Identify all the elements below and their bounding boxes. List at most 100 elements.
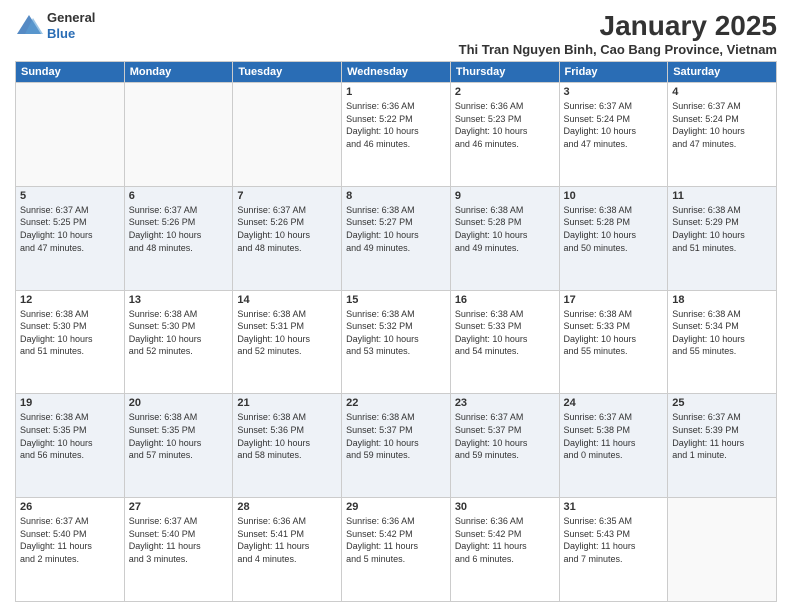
calendar-cell: 7Sunrise: 6:37 AM Sunset: 5:26 PM Daylig…	[233, 186, 342, 290]
day-info: Sunrise: 6:38 AM Sunset: 5:35 PM Dayligh…	[20, 411, 120, 461]
day-info: Sunrise: 6:38 AM Sunset: 5:34 PM Dayligh…	[672, 308, 772, 358]
day-info: Sunrise: 6:36 AM Sunset: 5:41 PM Dayligh…	[237, 515, 337, 565]
day-number: 22	[346, 397, 446, 409]
day-number: 12	[20, 294, 120, 306]
month-title: January 2025	[459, 10, 777, 42]
calendar-cell: 27 Sunrise: 6:37 AM Sunset: 5:40 PM Dayli…	[124, 498, 233, 602]
day-number: 19	[20, 397, 120, 409]
calendar-cell: 24 Sunrise: 6:37 AM Sunset: 5:38 PM Dayli…	[559, 394, 668, 498]
calendar-cell: 13 Sunrise: 6:38 AM Sunset: 5:30 PM Dayli…	[124, 290, 233, 394]
calendar-cell: 14 Sunrise: 6:38 AM Sunset: 5:31 PM Dayli…	[233, 290, 342, 394]
day-number: 16	[455, 294, 555, 306]
day-number: 13	[129, 294, 229, 306]
calendar-cell: 19 Sunrise: 6:38 AM Sunset: 5:35 PM Dayli…	[16, 394, 125, 498]
day-info: Sunrise: 6:38 AM Sunset: 5:30 PM Dayligh…	[129, 308, 229, 358]
day-info: Sunrise: 6:36 AM Sunset: 5:42 PM Dayligh…	[346, 515, 446, 565]
day-number: 3	[564, 86, 664, 98]
day-number: 31	[564, 501, 664, 513]
day-info: Sunrise: 6:36 AM Sunset: 5:23 PM Dayligh…	[455, 100, 555, 150]
day-info: Sunrise: 6:37 AM Sunset: 5:38 PM Dayligh…	[564, 411, 664, 461]
calendar-cell: 8Sunrise: 6:38 AM Sunset: 5:27 PM Daylig…	[342, 186, 451, 290]
logo-text: General Blue	[47, 10, 95, 41]
day-info: Sunrise: 6:37 AM Sunset: 5:26 PM Dayligh…	[129, 204, 229, 254]
day-info: Sunrise: 6:38 AM Sunset: 5:27 PM Dayligh…	[346, 204, 446, 254]
day-number: 9	[455, 190, 555, 202]
day-number: 23	[455, 397, 555, 409]
calendar-cell: 30Sunrise: 6:36 AM Sunset: 5:42 PM Dayli…	[450, 498, 559, 602]
calendar-cell: 3 Sunrise: 6:37 AM Sunset: 5:24 PM Daylig…	[559, 83, 668, 187]
day-info: Sunrise: 6:38 AM Sunset: 5:32 PM Dayligh…	[346, 308, 446, 358]
calendar-cell	[233, 83, 342, 187]
day-info: Sunrise: 6:38 AM Sunset: 5:28 PM Dayligh…	[564, 204, 664, 254]
calendar-cell: 18 Sunrise: 6:38 AM Sunset: 5:34 PM Dayli…	[668, 290, 777, 394]
calendar-cell: 12 Sunrise: 6:38 AM Sunset: 5:30 PM Dayli…	[16, 290, 125, 394]
calendar-cell	[16, 83, 125, 187]
day-header-wednesday: Wednesday	[342, 62, 451, 83]
day-info: Sunrise: 6:38 AM Sunset: 5:29 PM Dayligh…	[672, 204, 772, 254]
calendar-page: General Blue January 2025 Thi Tran Nguye…	[0, 0, 792, 612]
day-info: Sunrise: 6:37 AM Sunset: 5:25 PM Dayligh…	[20, 204, 120, 254]
day-info: Sunrise: 6:38 AM Sunset: 5:30 PM Dayligh…	[20, 308, 120, 358]
day-info: Sunrise: 6:38 AM Sunset: 5:36 PM Dayligh…	[237, 411, 337, 461]
day-number: 4	[672, 86, 772, 98]
day-number: 18	[672, 294, 772, 306]
calendar-cell: 28 Sunrise: 6:36 AM Sunset: 5:41 PM Dayli…	[233, 498, 342, 602]
day-info: Sunrise: 6:38 AM Sunset: 5:28 PM Dayligh…	[455, 204, 555, 254]
day-number: 14	[237, 294, 337, 306]
day-info: Sunrise: 6:37 AM Sunset: 5:24 PM Dayligh…	[564, 100, 664, 150]
day-header-monday: Monday	[124, 62, 233, 83]
day-number: 20	[129, 397, 229, 409]
calendar-cell: 22Sunrise: 6:38 AM Sunset: 5:37 PM Dayli…	[342, 394, 451, 498]
day-info: Sunrise: 6:37 AM Sunset: 5:40 PM Dayligh…	[20, 515, 120, 565]
day-info: Sunrise: 6:38 AM Sunset: 5:31 PM Dayligh…	[237, 308, 337, 358]
calendar-table: SundayMondayTuesdayWednesdayThursdayFrid…	[15, 61, 777, 602]
week-row-2: 5 Sunrise: 6:37 AM Sunset: 5:25 PM Daylig…	[16, 186, 777, 290]
day-info: Sunrise: 6:38 AM Sunset: 5:33 PM Dayligh…	[455, 308, 555, 358]
day-number: 26	[20, 501, 120, 513]
header-row: SundayMondayTuesdayWednesdayThursdayFrid…	[16, 62, 777, 83]
calendar-cell: 25 Sunrise: 6:37 AM Sunset: 5:39 PM Dayli…	[668, 394, 777, 498]
calendar-cell: 5 Sunrise: 6:37 AM Sunset: 5:25 PM Daylig…	[16, 186, 125, 290]
day-number: 6	[129, 190, 229, 202]
day-number: 24	[564, 397, 664, 409]
day-info: Sunrise: 6:36 AM Sunset: 5:22 PM Dayligh…	[346, 100, 446, 150]
day-number: 21	[237, 397, 337, 409]
calendar-cell: 15 Sunrise: 6:38 AM Sunset: 5:32 PM Dayli…	[342, 290, 451, 394]
day-info: Sunrise: 6:37 AM Sunset: 5:24 PM Dayligh…	[672, 100, 772, 150]
logo: General Blue	[15, 10, 95, 41]
day-info: Sunrise: 6:37 AM Sunset: 5:26 PM Dayligh…	[237, 204, 337, 254]
calendar-cell	[124, 83, 233, 187]
day-info: Sunrise: 6:38 AM Sunset: 5:33 PM Dayligh…	[564, 308, 664, 358]
calendar-cell: 16 Sunrise: 6:38 AM Sunset: 5:33 PM Dayli…	[450, 290, 559, 394]
day-header-tuesday: Tuesday	[233, 62, 342, 83]
day-number: 28	[237, 501, 337, 513]
day-info: Sunrise: 6:37 AM Sunset: 5:39 PM Dayligh…	[672, 411, 772, 461]
calendar-cell: 11 Sunrise: 6:38 AM Sunset: 5:29 PM Dayli…	[668, 186, 777, 290]
calendar-cell: 4 Sunrise: 6:37 AM Sunset: 5:24 PM Daylig…	[668, 83, 777, 187]
logo-general-text: General	[47, 10, 95, 26]
day-info: Sunrise: 6:37 AM Sunset: 5:40 PM Dayligh…	[129, 515, 229, 565]
day-info: Sunrise: 6:38 AM Sunset: 5:35 PM Dayligh…	[129, 411, 229, 461]
day-header-sunday: Sunday	[16, 62, 125, 83]
day-info: Sunrise: 6:36 AM Sunset: 5:42 PM Dayligh…	[455, 515, 555, 565]
calendar-cell: 2Sunrise: 6:36 AM Sunset: 5:23 PM Daylig…	[450, 83, 559, 187]
calendar-cell: 10 Sunrise: 6:38 AM Sunset: 5:28 PM Dayli…	[559, 186, 668, 290]
day-number: 11	[672, 190, 772, 202]
day-header-saturday: Saturday	[668, 62, 777, 83]
calendar-cell: 21 Sunrise: 6:38 AM Sunset: 5:36 PM Dayli…	[233, 394, 342, 498]
calendar-cell: 1Sunrise: 6:36 AM Sunset: 5:22 PM Daylig…	[342, 83, 451, 187]
calendar-cell: 29 Sunrise: 6:36 AM Sunset: 5:42 PM Dayli…	[342, 498, 451, 602]
day-number: 27	[129, 501, 229, 513]
week-row-4: 19 Sunrise: 6:38 AM Sunset: 5:35 PM Dayli…	[16, 394, 777, 498]
calendar-cell: 9 Sunrise: 6:38 AM Sunset: 5:28 PM Daylig…	[450, 186, 559, 290]
day-number: 5	[20, 190, 120, 202]
logo-icon	[15, 12, 43, 40]
day-number: 25	[672, 397, 772, 409]
week-row-3: 12 Sunrise: 6:38 AM Sunset: 5:30 PM Dayli…	[16, 290, 777, 394]
day-number: 15	[346, 294, 446, 306]
week-row-1: 1Sunrise: 6:36 AM Sunset: 5:22 PM Daylig…	[16, 83, 777, 187]
calendar-cell: 17Sunrise: 6:38 AM Sunset: 5:33 PM Dayli…	[559, 290, 668, 394]
day-number: 10	[564, 190, 664, 202]
day-number: 29	[346, 501, 446, 513]
calendar-cell: 26 Sunrise: 6:37 AM Sunset: 5:40 PM Dayli…	[16, 498, 125, 602]
